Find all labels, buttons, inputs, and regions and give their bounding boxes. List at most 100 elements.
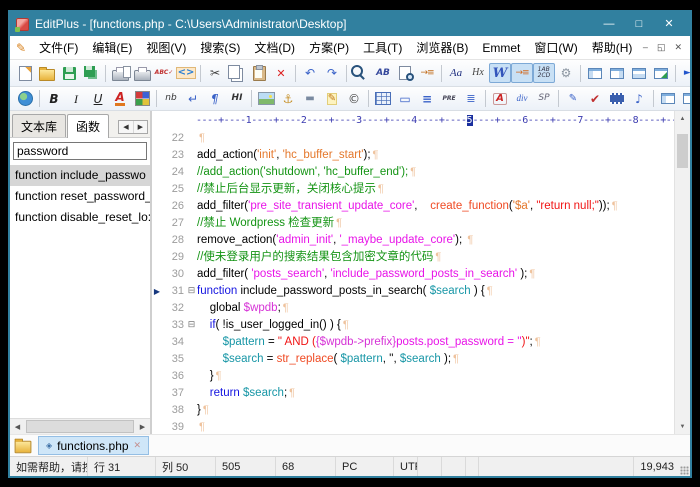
insert-note-icon[interactable]: ✎ [321,89,343,109]
menu-item[interactable]: Emmet [475,39,527,57]
spell-check-icon[interactable]: ABC✓ [153,63,175,83]
code-line[interactable]: 30 add_filter( 'posts_search', 'include_… [152,266,674,283]
menu-item[interactable]: 帮助(H) [585,37,640,58]
open-file-icon[interactable] [36,63,58,83]
scroll-left-icon[interactable]: ◀ [119,121,132,133]
hscroll-left-icon[interactable]: ◀ [10,423,25,431]
code-line[interactable]: 38 } ¶ [152,402,674,419]
sidebar-tab[interactable]: 文本库 [12,114,67,137]
scroll-right-icon[interactable]: ▶ [132,121,147,133]
function-list-item[interactable]: function reset_password_ [10,186,150,207]
tab-close-icon[interactable]: ✕ [134,440,142,451]
menu-item[interactable]: 视图(V) [139,37,193,58]
code-line[interactable]: 32 global $wpdb; ¶ [152,300,674,317]
menu-item[interactable]: 文档(D) [247,37,302,58]
code-line[interactable]: 23 add_action('init', 'hc_buffer_start')… [152,147,674,164]
maximize-icon[interactable]: □ [624,14,654,34]
insert-table-icon[interactable] [372,89,394,109]
word-wrap-icon[interactable]: W [489,63,511,83]
function-filter-input[interactable] [13,142,147,160]
goto-line-icon[interactable]: →≡ [416,63,438,83]
span-tag-icon[interactable]: SP [533,89,555,109]
find-in-files-icon[interactable] [394,63,416,83]
mdi-close-icon[interactable]: ✕ [674,42,682,53]
preferences-icon[interactable]: ⚙ [555,63,577,83]
function-list-item[interactable]: function include_passwo [10,165,150,186]
insert-movie-icon[interactable] [606,89,628,109]
code-line[interactable]: 36 } ¶ [152,368,674,385]
insert-image-icon[interactable] [255,89,277,109]
fold-toggle-icon[interactable]: ⊟ [186,283,197,300]
code-line[interactable]: 34 $pattern = " AND ({$wpdb->prefix}post… [152,334,674,351]
color-picker-icon[interactable] [131,89,153,109]
horizontal-rule-icon[interactable]: ▬ [299,89,321,109]
menu-item[interactable]: 窗口(W) [527,37,584,58]
heading-icon[interactable]: HI [226,89,248,109]
vscroll-thumb[interactable] [677,134,688,168]
hscroll-right-icon[interactable]: ▶ [135,423,150,431]
resize-grip[interactable] [680,466,689,475]
code-line[interactable]: 24 //add_action('shutdown', 'hc_buffer_e… [152,164,674,181]
scroll-down-icon[interactable]: ▼ [675,419,690,434]
auto-indent-icon[interactable]: →≡ [511,63,533,83]
nbsp-icon[interactable]: nb [160,89,182,109]
object-properties-icon[interactable] [679,89,690,109]
menu-item[interactable]: 方案(P) [302,37,356,58]
toggle-sidebar-icon[interactable] [584,63,606,83]
underline-icon[interactable]: U [87,89,109,109]
folder-icon[interactable] [14,438,32,454]
fold-toggle-icon[interactable]: ⊟ [186,317,197,334]
code-line[interactable]: 37 return $search; ¶ [152,385,674,402]
line-numbers-icon[interactable]: 1AB 2CD [533,63,555,83]
form-fields-icon[interactable] [657,89,679,109]
paste-icon[interactable] [248,63,270,83]
function-list-item[interactable]: function disable_reset_lo: [10,207,150,228]
document-tab[interactable]: ◈ functions.php ✕ [38,436,150,455]
undo-icon[interactable]: ↶ [299,63,321,83]
replace-icon[interactable]: AB [372,63,394,83]
validate-icon[interactable]: ✔ [584,89,606,109]
insert-list-icon[interactable]: ≣ [460,89,482,109]
print-preview-icon[interactable] [109,63,131,83]
anchor-icon[interactable]: ⚓ [277,89,299,109]
copy-icon[interactable] [226,63,248,83]
code-line[interactable]: 26 add_filter('pre_site_transient_update… [152,198,674,215]
code-line[interactable]: ▶ 31 ⊟ function include_password_posts_i… [152,283,674,300]
insert-textbox-icon[interactable]: ▭ [394,89,416,109]
paragraph-icon[interactable]: ¶ [204,89,226,109]
new-document-icon[interactable] [14,63,36,83]
scroll-up-icon[interactable]: ▲ [675,111,690,126]
editor-vscrollbar[interactable]: ▲ ▼ [674,111,690,434]
save-all-icon[interactable] [80,63,102,83]
hex-viewer-icon[interactable]: Hx [467,63,489,83]
new-window-icon[interactable] [650,63,672,83]
find-icon[interactable] [350,63,372,83]
menu-item[interactable]: 工具(T) [356,37,409,58]
delete-icon[interactable]: ✕ [270,63,292,83]
code-editor[interactable]: 22 ¶ 23 add_action('init', 'hc_buffer_st… [152,130,674,434]
redo-icon[interactable]: ↷ [321,63,343,83]
mdi-minimize-icon[interactable]: – [643,42,648,53]
copyright-icon[interactable]: © [343,89,365,109]
code-line[interactable]: 33 ⊟ if( !is_user_logged_in() ) { ¶ [152,317,674,334]
div-tag-icon[interactable]: div [511,89,533,109]
menu-item[interactable]: 编辑(E) [85,37,139,58]
menu-item[interactable]: 浏览器(B) [409,37,475,58]
code-line[interactable]: 25 //禁止后台显示更新，关闭核心提示 ¶ [152,181,674,198]
code-line[interactable]: 35 $search = str_replace( $pattern, '', … [152,351,674,368]
code-line[interactable]: 27 //禁止 Wordpress 检查更新 ¶ [152,215,674,232]
html-code-icon[interactable]: <> [175,63,197,83]
close-icon[interactable]: ✕ [654,14,684,34]
code-line[interactable]: 29 //使未登录用户的搜索结果包含加密文章的代码 ¶ [152,249,674,266]
context-help-icon[interactable]: ►? [679,63,690,83]
insert-music-icon[interactable]: ♪ [628,89,650,109]
code-line[interactable]: 39 ¶ [152,419,674,434]
font-icon[interactable]: Aa [445,63,467,83]
code-line[interactable]: 28 remove_action('admin_init', '_maybe_u… [152,232,674,249]
align-center-icon[interactable]: ≡ [416,89,438,109]
mdi-restore-icon[interactable]: ◱ [657,42,666,53]
code-line[interactable]: 22 ¶ [152,130,674,147]
bold-icon[interactable]: B [43,89,65,109]
view-in-browser-icon[interactable] [14,89,36,109]
menu-item[interactable]: 文件(F) [32,37,85,58]
